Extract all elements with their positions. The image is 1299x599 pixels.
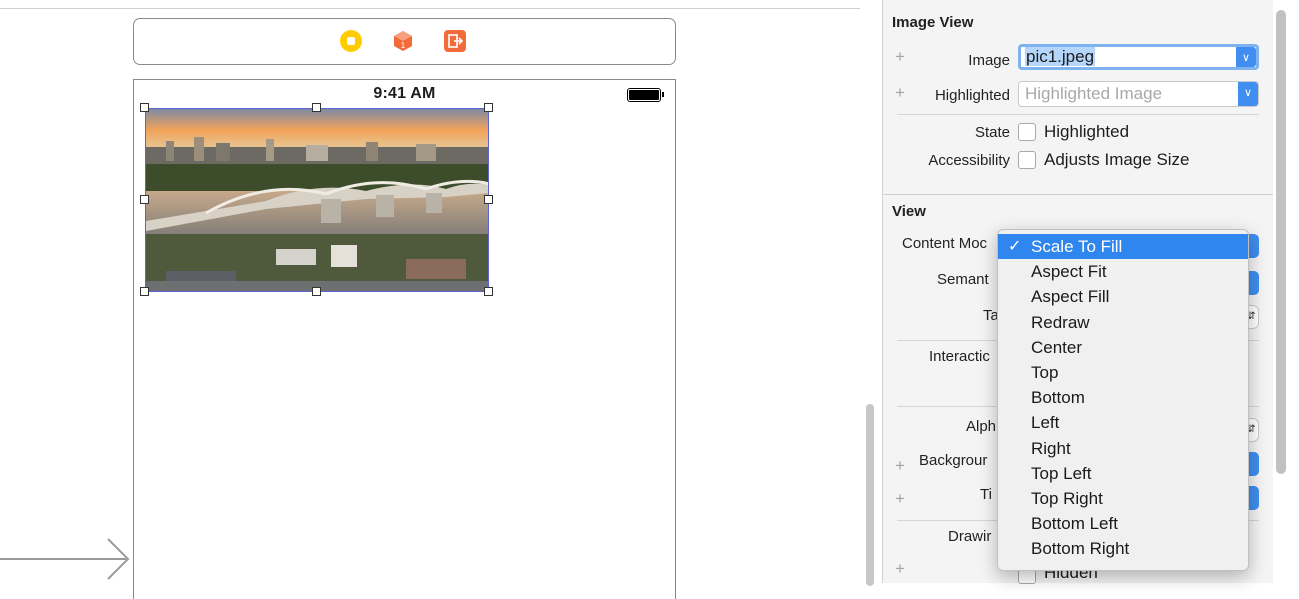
menu-item-label: Center: [1031, 337, 1083, 357]
iphone-scene: 9:41 AM: [133, 79, 676, 599]
drawing-label: Drawir: [948, 528, 992, 545]
view-controller-icon[interactable]: [340, 30, 362, 52]
chevron-down-icon[interactable]: ∨: [1238, 82, 1258, 106]
checkmark-icon: ✓: [1008, 238, 1022, 255]
alpha-label: Alph: [966, 418, 997, 435]
accessibility-label: Accessibility: [928, 152, 1010, 169]
exit-icon[interactable]: [444, 30, 466, 52]
view-section-title: View: [892, 203, 926, 220]
resize-handle-right[interactable]: [484, 195, 493, 204]
content-mode-menu: ✓ Scale To Fill Aspect Fit Aspect Fill Re…: [997, 229, 1249, 571]
plus-icon[interactable]: +: [895, 47, 905, 67]
image-combo-field[interactable]: pic1.jpeg ∨: [1018, 44, 1259, 70]
menu-item-top-left[interactable]: Top Left: [998, 461, 1248, 486]
chevron-down-icon[interactable]: ∨: [1236, 47, 1256, 67]
image-label: Image: [968, 52, 1010, 69]
menu-item-aspect-fit[interactable]: Aspect Fit: [998, 259, 1248, 284]
interaction-label: Interactic: [929, 348, 990, 365]
menu-item-center[interactable]: Center: [998, 335, 1248, 360]
content-mode-label: Content Moc: [902, 235, 988, 252]
menu-item-right[interactable]: Right: [998, 436, 1248, 461]
menu-item-label: Top Right: [1031, 488, 1103, 508]
canvas-scrollbar[interactable]: [866, 404, 874, 586]
divider: [897, 114, 1259, 115]
image-value[interactable]: pic1.jpeg: [1025, 47, 1096, 66]
tint-label: Ti: [980, 486, 992, 503]
battery-icon: [627, 88, 664, 102]
menu-item-label: Redraw: [1031, 312, 1090, 332]
resize-handle-bottom-left[interactable]: [140, 287, 149, 296]
adjusts-image-size-checkbox[interactable]: [1018, 151, 1036, 169]
menu-item-top-right[interactable]: Top Right: [998, 486, 1248, 511]
menu-item-label: Bottom Left: [1031, 514, 1118, 534]
menu-item-left[interactable]: Left: [998, 410, 1248, 435]
menu-item-top[interactable]: Top: [998, 360, 1248, 385]
adjusts-image-size-label[interactable]: Adjusts Image Size: [1044, 150, 1190, 170]
menu-item-bottom[interactable]: Bottom: [998, 385, 1248, 410]
menu-item-label: Bottom: [1031, 388, 1085, 408]
highlighted-checkbox-label[interactable]: Highlighted: [1044, 122, 1129, 142]
highlighted-image-field[interactable]: Highlighted Image ∨: [1018, 81, 1259, 107]
menu-item-label: Bottom Right: [1031, 539, 1130, 559]
plus-icon[interactable]: +: [895, 489, 905, 509]
resize-handle-top[interactable]: [312, 103, 321, 112]
state-label: State: [974, 124, 1010, 141]
menu-item-bottom-left[interactable]: Bottom Left: [998, 511, 1248, 536]
bridge-photo: [146, 109, 488, 291]
menu-item-redraw[interactable]: Redraw: [998, 310, 1248, 335]
menu-item-bottom-right[interactable]: Bottom Right: [998, 536, 1248, 561]
resize-handle-top-right[interactable]: [484, 103, 493, 112]
first-responder-icon[interactable]: 1: [392, 30, 414, 52]
menu-item-label: Aspect Fill: [1031, 287, 1110, 307]
menu-item-label: Aspect Fit: [1031, 262, 1107, 282]
menu-item-label: Right: [1031, 438, 1071, 458]
plus-icon[interactable]: +: [895, 456, 905, 476]
menu-item-label: Scale To Fill: [1031, 237, 1123, 256]
plus-icon[interactable]: +: [895, 559, 905, 579]
menu-item-label: Left: [1031, 413, 1060, 433]
resize-handle-bottom[interactable]: [312, 287, 321, 296]
menu-item-label: Top: [1031, 362, 1059, 382]
resize-handle-top-left[interactable]: [140, 103, 149, 112]
menu-item-aspect-fill[interactable]: Aspect Fill: [998, 284, 1248, 309]
inspector-scrollbar[interactable]: [1276, 10, 1286, 474]
resize-handle-bottom-right[interactable]: [484, 287, 493, 296]
canvas-top-rule: [0, 8, 860, 9]
status-bar-time: 9:41 AM: [373, 85, 436, 102]
resize-handle-left[interactable]: [140, 195, 149, 204]
scene-dock: 1: [133, 18, 676, 65]
image-view-section-title: Image View: [892, 14, 974, 31]
image-view[interactable]: [145, 108, 489, 292]
menu-item-label: Top Left: [1031, 463, 1092, 483]
menu-item-scale-to-fill[interactable]: ✓ Scale To Fill: [998, 234, 1248, 260]
highlighted-checkbox[interactable]: [1018, 123, 1036, 141]
initial-view-controller-arrow-icon[interactable]: [0, 537, 132, 581]
section-divider: [883, 194, 1273, 195]
highlighted-image-placeholder: Highlighted Image: [1025, 84, 1163, 103]
semantic-label: Semant: [937, 271, 989, 288]
highlighted-label: Highlighted: [934, 87, 1010, 104]
background-label: Backgrour: [919, 452, 988, 469]
plus-icon[interactable]: +: [895, 83, 905, 103]
svg-text:1: 1: [401, 41, 406, 50]
